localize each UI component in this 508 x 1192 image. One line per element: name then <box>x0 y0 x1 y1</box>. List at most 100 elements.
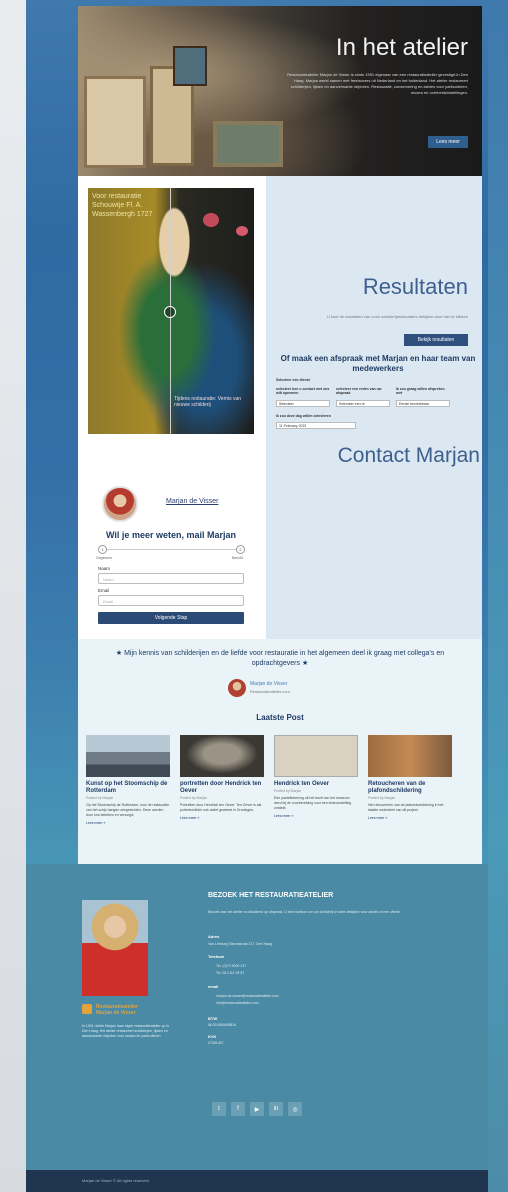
date-label: Ik zou deze dag willen selecteren <box>276 414 331 418</box>
copyright-bar: Marjan de Visser © All rights reserved <box>26 1170 488 1192</box>
logo-subtitle: Marjan de Visser <box>96 1010 136 1016</box>
service-label: Selecteer een dienst <box>276 378 310 382</box>
post-title[interactable]: Kunst op het Stoomschip de Rotterdam <box>86 781 170 795</box>
read-more-link[interactable]: Lees meer » <box>368 816 452 820</box>
linkedin-icon[interactable]: in <box>269 1102 283 1116</box>
quote-author[interactable]: Marjan de Visser <box>250 681 287 687</box>
kvk-label: KVK <box>208 1034 217 1039</box>
facebook-icon[interactable]: f <box>231 1102 245 1116</box>
staff-label: Ik zou graag willen afspreken met <box>396 387 445 395</box>
results-contact-section: Resultaten U kunt de resultaten van onze… <box>78 176 482 639</box>
step-one-label: Gegevens <box>96 556 112 560</box>
footer-heading: BEZOEK HET RESTAURATIEATELIER <box>208 892 334 899</box>
hero-title: In het atelier <box>335 34 468 61</box>
read-more-link[interactable]: Lees meer » <box>86 821 170 825</box>
read-more-link[interactable]: Lees meer » <box>180 816 264 820</box>
reason-select[interactable]: Selecteer een re <box>336 400 390 407</box>
blog-post[interactable]: Retoucheren van de plafondschildering Po… <box>368 735 452 820</box>
next-step-button[interactable]: Volgende Stap <box>98 612 244 624</box>
mail-heading: Wil je meer weten, mail Marjan <box>106 530 236 540</box>
step-two-indicator: 2 <box>236 545 245 554</box>
post-thumbnail[interactable] <box>368 735 452 777</box>
btw-value: NL001584608B16 <box>208 1023 237 1027</box>
contact-method-select[interactable]: Selecteer <box>276 400 330 407</box>
blog-post[interactable]: portretten door Hendrick ten Oever Poste… <box>180 735 264 820</box>
social-links: t f ▶ in ◎ <box>212 1102 302 1116</box>
contact-method-label: selecteer hoe u contact met ons wilt opn… <box>276 387 330 395</box>
step-two-label: Bericht <box>232 556 243 560</box>
comparison-handle[interactable] <box>164 306 176 318</box>
phone-label: Telefoon <box>208 954 225 959</box>
blog-section: ★ Mijn kennis van schilderijen en de lie… <box>78 639 482 864</box>
page-background-right <box>488 0 508 1192</box>
post-date: Posted by Marjan <box>180 796 208 800</box>
blog-title: Laatste Post <box>256 713 304 722</box>
address-label: Adres <box>208 934 220 939</box>
post-date: Posted by Marjan <box>368 796 396 800</box>
phone-value[interactable]: Tel. (0)70 3000 237 <box>216 964 246 969</box>
post-title[interactable]: portretten door Hendrick ten Oever <box>180 781 264 795</box>
view-results-button[interactable]: Bekijk resultaten <box>404 334 468 346</box>
flower-detail <box>203 213 219 227</box>
read-more-link[interactable]: Lees meer » <box>274 814 358 818</box>
hero-frame-image <box>213 121 283 167</box>
post-excerpt: Op het Stoomschip de Rotterdam, voor de … <box>86 803 170 817</box>
mail-form-card: Marjan de Visser Wil je meer weten, mail… <box>88 478 254 638</box>
before-after-painting[interactable]: Voor restauratie Schouwtje Fl. A. Wassen… <box>88 188 254 434</box>
footer-about: In 1991 richtte Marjan haar eigen restau… <box>82 1024 169 1038</box>
post-thumbnail[interactable] <box>274 735 358 777</box>
post-date: Posted by Marjan <box>274 789 302 793</box>
instagram-icon[interactable]: ◎ <box>288 1102 302 1116</box>
footer: Restauratieatelier Marjan de Visser In 1… <box>26 864 488 1170</box>
contact-name-link[interactable]: Marjan de Visser <box>166 498 218 505</box>
post-excerpt: Een pasteltekening uit het bezit van het… <box>274 796 352 810</box>
logo-icon <box>82 1004 92 1014</box>
btw-label: BTW <box>208 1016 218 1021</box>
page-background-left <box>0 0 26 1192</box>
quote-site: Restauratieatelier.com <box>250 689 290 694</box>
appointment-form: Of maak een afspraak met Marjan en haar … <box>276 354 480 429</box>
contact-title: Contact Marjan <box>337 444 480 467</box>
quote-text: ★ Mijn kennis van schilderijen en de lie… <box>115 650 445 667</box>
staff-select[interactable]: Eerste beschikbaar <box>396 400 450 407</box>
post-thumbnail[interactable] <box>86 735 170 777</box>
name-input[interactable]: Naam <box>98 573 244 584</box>
email-input[interactable]: Email <box>98 595 244 606</box>
post-date: Posted by Marjan <box>86 796 114 800</box>
hero-section: In het atelier Restauratieatelier Marjan… <box>78 6 482 176</box>
before-label: Voor restauratie Schouwtje Fl. A. Wassen… <box>92 193 153 218</box>
name-label: Naam <box>98 566 111 571</box>
step-one-indicator: 1 <box>98 545 107 554</box>
address-value: Van Limburg Stirumstraat 217, Den Haag <box>208 942 272 946</box>
post-title[interactable]: Hendrick ten Oever <box>274 781 358 788</box>
footer-portrait <box>82 900 148 996</box>
step-progress-line <box>102 549 240 550</box>
reason-label: selecteer een reden van uw afspraak <box>336 387 382 395</box>
email-label: email <box>208 984 219 989</box>
copyright-text: Marjan de Visser © All rights reserved <box>82 1178 149 1183</box>
blog-post[interactable]: Kunst op het Stoomschip de Rotterdam Pos… <box>86 735 170 825</box>
date-input[interactable]: 11 February 2022 <box>276 422 356 429</box>
hero-canvas-image <box>84 76 146 168</box>
footer-logo-text: Restauratieatelier Marjan de Visser <box>96 1004 138 1016</box>
read-more-button[interactable]: Lees meer <box>428 136 468 148</box>
results-title: Resultaten <box>362 274 468 299</box>
appointment-title: Of maak een afspraak met Marjan en haar … <box>280 354 476 373</box>
blog-post[interactable]: Hendrick ten Oever Posted by Marjan Een … <box>274 735 358 818</box>
post-excerpt: Portretten door Hendrick ten Oever. Ten … <box>180 803 262 812</box>
post-title[interactable]: Retoucheren van de plafondschildering <box>368 781 452 795</box>
hero-text: Restauratieatelier Marjan de Visser is s… <box>287 72 468 95</box>
website-page: In het atelier Restauratieatelier Marjan… <box>26 6 488 1192</box>
hero-easel-image <box>173 46 207 86</box>
twitter-icon[interactable]: t <box>212 1102 226 1116</box>
youtube-icon[interactable]: ▶ <box>250 1102 264 1116</box>
right-column: Resultaten U kunt de resultaten van onze… <box>266 176 482 639</box>
avatar <box>102 486 138 522</box>
phone-value[interactable]: Tel. 06 2111 95 87 <box>216 971 244 976</box>
footer-intro: Bezoek aan het atelier is uitsluitend op… <box>208 910 401 914</box>
post-thumbnail[interactable] <box>180 735 264 777</box>
kvk-value: 27361447 <box>208 1041 224 1045</box>
email-value[interactable]: info@restauratieatelier.com <box>216 1001 259 1006</box>
email-value[interactable]: marjan.de.visser@restauratieatelier.com <box>216 994 279 999</box>
avatar <box>228 679 246 697</box>
